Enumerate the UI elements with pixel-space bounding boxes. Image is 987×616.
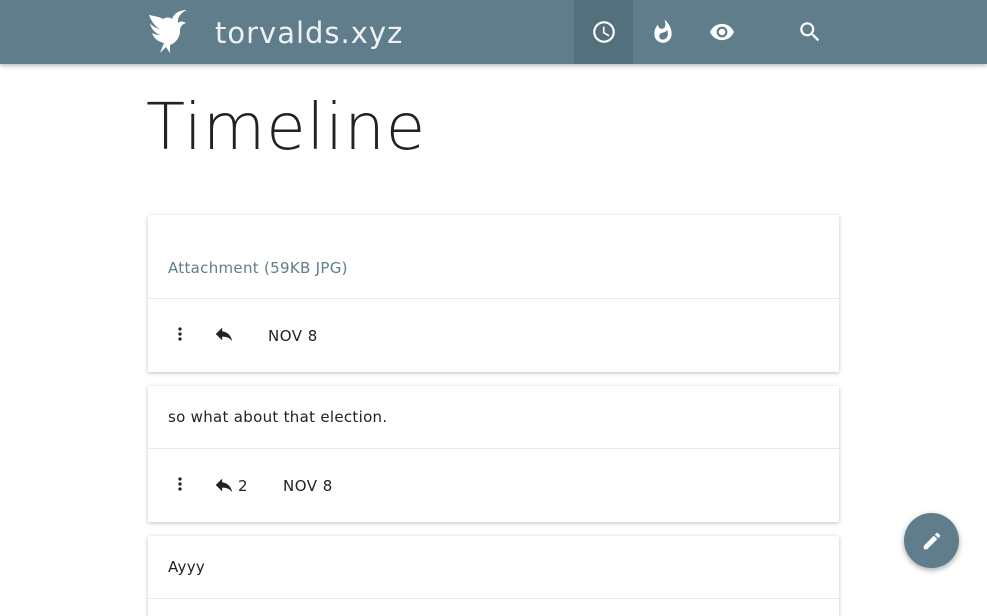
more-vert-icon [178, 327, 182, 341]
divider [148, 298, 839, 299]
more-vert-icon [178, 477, 182, 491]
post-text: so what about that election. [168, 408, 388, 426]
nav-search-button[interactable] [780, 0, 839, 64]
reply-icon [215, 478, 233, 493]
divider [148, 598, 839, 599]
flame-icon [653, 19, 672, 43]
attachment-link[interactable]: Attachment (59KB JPG) [168, 259, 348, 277]
search-icon [799, 22, 819, 42]
nav-watching-button[interactable] [692, 0, 751, 64]
reply-button[interactable] [212, 323, 236, 345]
eagle-logo-icon[interactable] [146, 9, 188, 55]
reply-button[interactable] [212, 474, 236, 496]
compose-button[interactable] [904, 513, 959, 568]
clock-icon [592, 21, 615, 43]
nav-timeline-button[interactable] [574, 0, 633, 64]
site-name[interactable]: torvalds.xyz [215, 14, 403, 52]
nav-popular-button[interactable] [633, 0, 692, 64]
post-card: Ayyy [148, 536, 839, 616]
more-options-button[interactable] [170, 473, 190, 495]
post-card: Attachment (59KB JPG) NOV 8 [148, 215, 839, 372]
post-text: Ayyy [168, 558, 206, 576]
more-options-button[interactable] [170, 323, 190, 345]
eye-icon [709, 23, 734, 41]
top-bar: torvalds.xyz [0, 0, 987, 64]
reply-icon [215, 327, 233, 342]
post-date[interactable]: NOV 8 [268, 327, 318, 345]
page-title: Timeline [146, 91, 427, 165]
pencil-icon [923, 532, 940, 549]
post-card: so what about that election. 2 NOV 8 [148, 386, 839, 522]
post-date[interactable]: NOV 8 [283, 477, 333, 495]
divider [148, 448, 839, 449]
reply-count[interactable]: 2 [238, 477, 248, 495]
